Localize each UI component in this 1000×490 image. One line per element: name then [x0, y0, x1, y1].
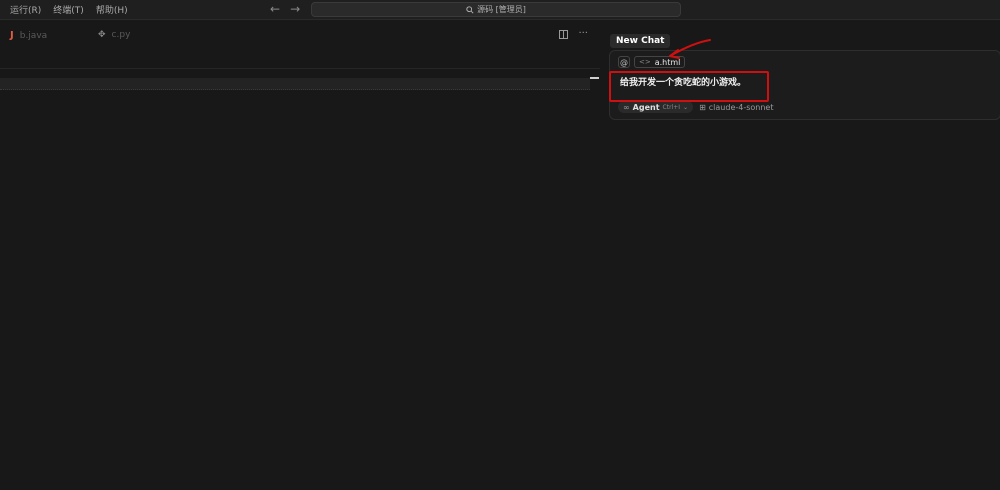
current-line-highlight — [0, 78, 590, 90]
tab-label: c.py — [111, 30, 131, 40]
chevron-down-icon: ⌄ — [683, 103, 689, 111]
arrow-left-icon[interactable]: ← — [270, 2, 280, 16]
split-editor-icon[interactable] — [559, 30, 569, 39]
model-selector[interactable]: ⊞ claude-4-sonnet — [699, 103, 773, 112]
menu-help[interactable]: 帮助(H) — [96, 3, 128, 16]
agent-mode-dropdown[interactable]: ∞ Agent Ctrl+I ⌄ — [618, 101, 694, 113]
add-context-button[interactable]: @ — [618, 56, 630, 68]
code-file-icon: <> — [639, 58, 651, 66]
search-icon — [466, 5, 474, 14]
annotation-arrow-icon — [669, 39, 711, 59]
editor-actions: ··· — [559, 28, 588, 39]
agent-shortcut: Ctrl+I — [662, 103, 681, 111]
search-text: 源码 [管理员] — [477, 5, 526, 14]
menu-terminal[interactable]: 终端(T) — [53, 3, 84, 16]
agent-label: Agent — [632, 102, 660, 112]
model-icon: ⊞ — [699, 102, 706, 112]
java-icon: J — [10, 30, 14, 41]
annotation-red-box — [609, 71, 769, 102]
arrow-right-icon[interactable]: → — [290, 2, 300, 16]
more-actions-icon[interactable]: ··· — [578, 28, 588, 39]
tab-b-java[interactable]: J b.java — [10, 30, 47, 41]
tab-label: b.java — [19, 30, 48, 41]
editor-divider — [0, 68, 600, 69]
title-bar: 运行(R) 终端(T) 帮助(H) ← → 源码 [管理员] — [0, 0, 1000, 20]
model-label: claude-4-sonnet — [708, 102, 774, 112]
editor-area: J b.java ✥ c.py ··· — [0, 20, 600, 490]
editor-tabs: J b.java ✥ c.py — [0, 28, 600, 48]
python-icon: ✥ — [98, 30, 106, 40]
infinity-icon: ∞ — [623, 102, 630, 112]
nav-arrows: ← → — [270, 2, 300, 16]
mode-row: ∞ Agent Ctrl+I ⌄ ⊞ claude-4-sonnet — [618, 101, 773, 113]
minimap-marker — [590, 77, 599, 79]
command-search-input[interactable]: 源码 [管理员] — [311, 2, 681, 17]
menu-bar: 运行(R) 终端(T) 帮助(H) — [10, 3, 128, 16]
menu-run[interactable]: 运行(R) — [10, 3, 41, 16]
tab-c-py[interactable]: ✥ c.py — [98, 30, 130, 40]
